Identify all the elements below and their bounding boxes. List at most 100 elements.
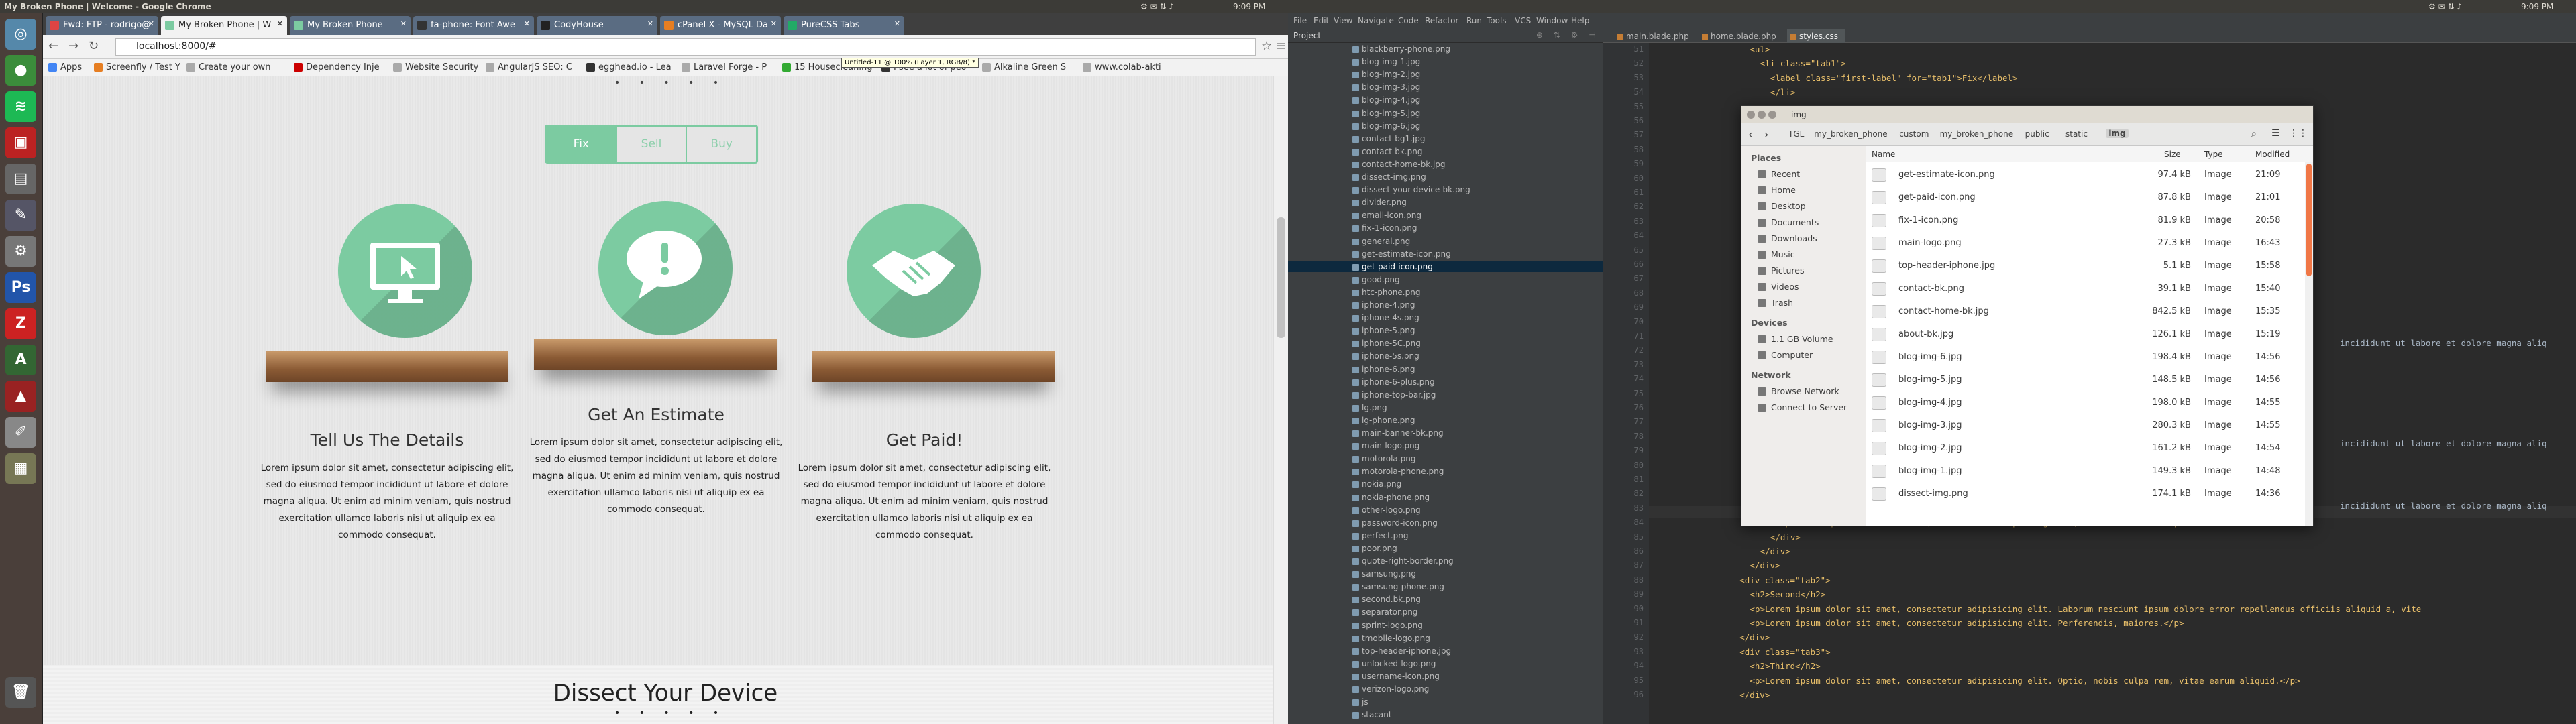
project-file[interactable]: nokia.png [1352, 479, 1401, 489]
address-bar[interactable]: localhost:8000/# [115, 38, 1256, 56]
close-icon[interactable]: ✕ [524, 19, 530, 28]
browser-tab[interactable]: PureCSS Tabs ✕ [784, 16, 904, 35]
project-file[interactable]: poor.png [1352, 544, 1397, 553]
file-row[interactable]: top-header-iphone.jpg 5.1 kB Image 15:58 [1866, 255, 2313, 278]
project-file[interactable]: other-logo.png [1352, 505, 1421, 515]
project-file[interactable]: top-header-iphone.jpg [1352, 646, 1451, 656]
project-file[interactable]: motorola.png [1352, 454, 1415, 463]
file-row[interactable]: fix-1-icon.png 81.9 kB Image 20:58 [1866, 209, 2313, 232]
menu-view[interactable]: View [1334, 16, 1352, 25]
browser-tab[interactable]: cPanel X - MySQL Da ✕ [660, 16, 781, 35]
tab-buy[interactable]: Buy [687, 127, 756, 162]
network-item[interactable]: Connect to Server [1758, 402, 1847, 412]
bookmark-item[interactable]: Laravel Forge - P [682, 62, 775, 72]
settings-icon[interactable]: ⚙ [5, 236, 36, 267]
close-icon[interactable]: ✕ [277, 19, 283, 28]
project-file[interactable]: sprint-logo.png [1352, 621, 1423, 630]
bookmark-item[interactable]: Screenfly / Test Y [94, 62, 181, 72]
project-file[interactable]: blog-img-5.jpg [1352, 109, 1420, 118]
forward-icon[interactable]: → [68, 39, 78, 53]
bookmark-item[interactable]: AngularJS SEO: C [486, 62, 580, 72]
project-file[interactable]: blackberry-phone.png [1352, 44, 1450, 54]
file-row[interactable]: blog-img-2.jpg 161.2 kB Image 14:54 [1866, 437, 2313, 460]
close-icon[interactable] [1747, 111, 1755, 119]
menu-help[interactable]: Help [1571, 16, 1589, 25]
project-file[interactable]: main-logo.png [1352, 441, 1419, 450]
close-icon[interactable]: ✕ [894, 19, 900, 28]
place-item[interactable]: Pictures [1758, 265, 1805, 276]
clock-right[interactable]: 9:09 PM [2521, 2, 2553, 11]
minimize-icon[interactable] [1758, 111, 1766, 119]
column-type[interactable]: Type [2204, 149, 2223, 159]
browser-tab-active[interactable]: My Broken Phone | W ✕ [161, 16, 287, 35]
menu-icon[interactable]: ≡ [1276, 39, 1286, 53]
bookmark-apps[interactable]: Apps [48, 62, 89, 72]
clock-left[interactable]: 9:09 PM [1233, 2, 1265, 11]
menu-refactor[interactable]: Refactor [1425, 16, 1458, 25]
file-row[interactable]: contact-bk.png 39.1 kB Image 15:40 [1866, 278, 2313, 300]
project-file[interactable]: samsung.png [1352, 569, 1416, 579]
forward-icon[interactable]: › [1764, 128, 1768, 141]
project-file[interactable]: iphone-6.png [1352, 365, 1415, 374]
project-file[interactable]: blog-img-4.jpg [1352, 95, 1420, 105]
project-file[interactable]: dissect-your-device-bk.png [1352, 185, 1470, 194]
files-icon[interactable]: ▤ [5, 164, 36, 194]
project-file[interactable]: blog-img-3.jpg [1352, 82, 1420, 92]
file-row[interactable]: blog-img-1.jpg 149.3 kB Image 14:48 [1866, 460, 2313, 483]
panel-tools-icon[interactable]: ⊕ ⇅ ⚙ ⊣ [1536, 30, 1600, 40]
archive-icon[interactable]: ▦ [5, 453, 36, 484]
page-scrollbar[interactable] [1273, 76, 1288, 724]
place-item[interactable]: Recent [1758, 169, 1800, 179]
close-icon[interactable]: ✕ [647, 19, 653, 28]
project-file[interactable]: iphone-top-bar.jpg [1352, 390, 1436, 400]
project-file[interactable]: perfect.png [1352, 531, 1409, 540]
project-file[interactable]: username-icon.png [1352, 672, 1440, 681]
file-row[interactable]: get-estimate-icon.png 97.4 kB Image 21:09 [1866, 164, 2313, 186]
project-file[interactable]: lg-phone.png [1352, 416, 1415, 425]
list-view-icon[interactable]: ☰ [2271, 128, 2280, 139]
menu-edit[interactable]: Edit [1313, 16, 1329, 25]
device-item[interactable]: 1.1 GB Volume [1758, 334, 1833, 344]
project-file[interactable]: blog-img-2.jpg [1352, 70, 1420, 79]
project-file[interactable]: htc-phone.png [1352, 288, 1420, 297]
spotify-icon[interactable]: ≋ [5, 91, 36, 122]
text-editor-icon[interactable]: ✐ [5, 417, 36, 448]
breadcrumb-item[interactable]: public [2025, 129, 2049, 139]
chrome-icon[interactable]: ● [5, 55, 36, 86]
browser-tab[interactable]: CodyHouse ✕ [537, 16, 657, 35]
project-file[interactable]: dissect-img.png [1352, 172, 1426, 182]
menu-code[interactable]: Code [1398, 16, 1419, 25]
file-row[interactable]: blog-img-6.jpg 198.4 kB Image 14:56 [1866, 346, 2313, 369]
menu-tools[interactable]: Tools [1487, 16, 1507, 25]
project-file[interactable]: password-icon.png [1352, 518, 1438, 528]
dash-icon[interactable]: ◎ [5, 19, 36, 50]
project-file[interactable]: get-paid-icon.png [1352, 262, 1433, 272]
project-file[interactable]: blog-img-1.jpg [1352, 57, 1420, 66]
project-file[interactable]: contact-bg1.jpg [1352, 134, 1426, 143]
file-row[interactable]: main-logo.png 27.3 kB Image 16:43 [1866, 232, 2313, 255]
network-item[interactable]: Browse Network [1758, 386, 1839, 396]
project-file[interactable]: iphone-5C.png [1352, 339, 1421, 348]
grid-view-icon[interactable]: ⋮⋮ [2289, 128, 2308, 139]
project-file[interactable]: nokia-phone.png [1352, 493, 1430, 502]
bookmark-item[interactable]: Alkaline Green S [982, 62, 1076, 72]
project-file[interactable]: iphone-5s.png [1352, 351, 1419, 361]
breadcrumb-item[interactable]: img [2106, 129, 2129, 138]
project-label[interactable]: Project [1293, 31, 1321, 40]
search-icon[interactable]: ⌕ [2251, 129, 2257, 139]
menu-window[interactable]: Window [1536, 16, 1568, 25]
scrollbar-thumb[interactable] [1277, 217, 1285, 338]
project-file[interactable]: blog-img-6.jpg [1352, 121, 1420, 131]
place-item[interactable]: Downloads [1758, 233, 1817, 243]
back-icon[interactable]: ‹ [1748, 128, 1752, 141]
photoshop-icon[interactable]: Ps [5, 272, 36, 303]
project-file[interactable]: contact-bk.png [1352, 147, 1422, 156]
project-file[interactable]: contact-home-bk.jpg [1352, 160, 1446, 169]
menu-file[interactable]: File [1293, 16, 1307, 25]
project-file[interactable]: js [1352, 697, 1368, 707]
tab-sell[interactable]: Sell [617, 127, 688, 162]
project-file[interactable]: motorola-phone.png [1352, 467, 1444, 476]
project-file[interactable]: main-banner-bk.png [1352, 428, 1444, 438]
menu-run[interactable]: Run [1466, 16, 1482, 25]
browser-tab[interactable]: Fwd: FTP - rodrigo@ ✕ [46, 16, 158, 35]
